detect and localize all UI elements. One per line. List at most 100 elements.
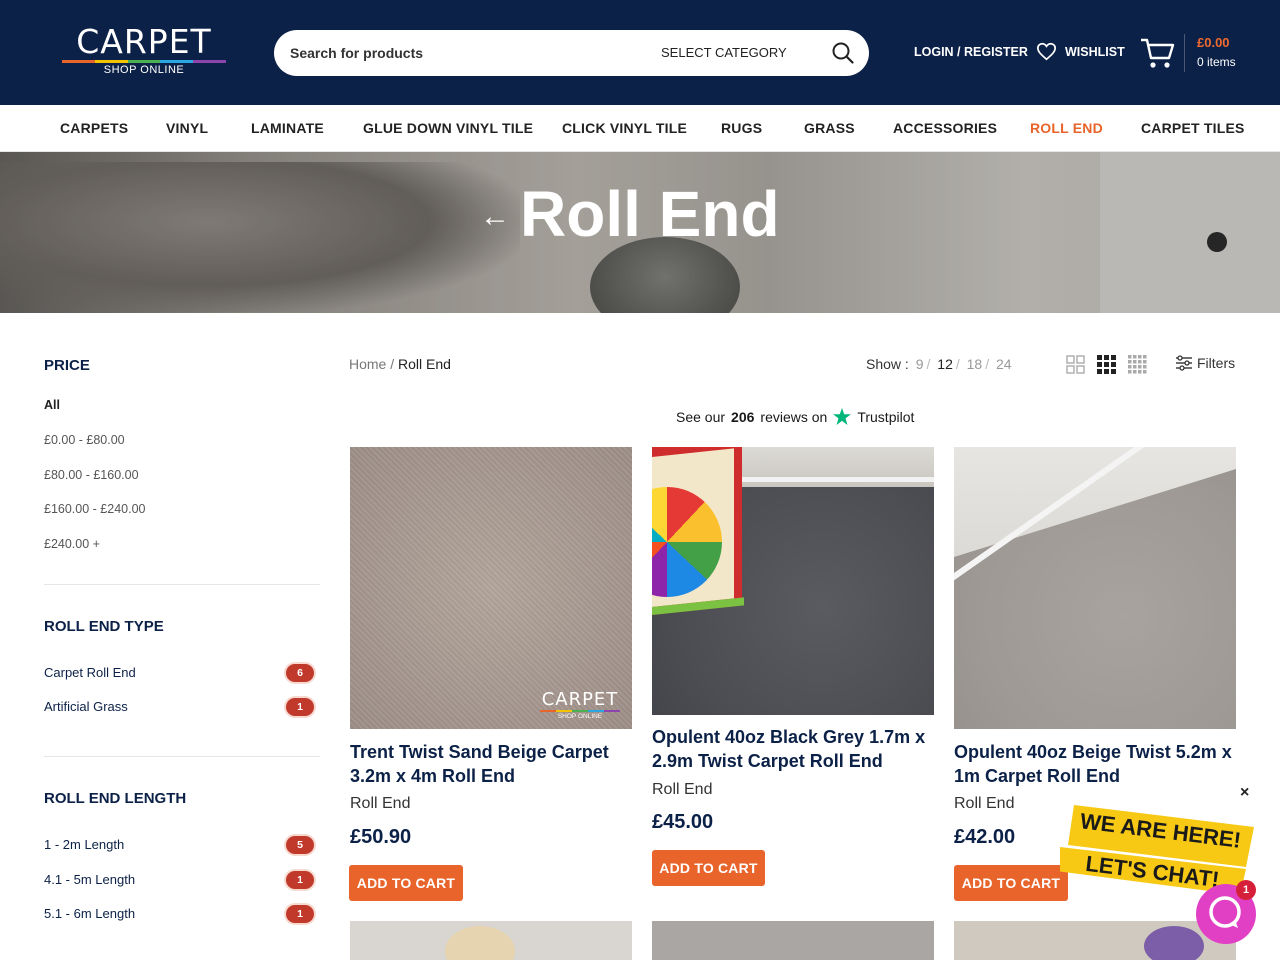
filter-label: 5.1 - 6m Length [44, 906, 136, 921]
nav-item-glue-down-vinyl-tile[interactable]: GLUE DOWN VINYL TILE [363, 120, 533, 136]
trustpilot-star-icon [833, 408, 852, 425]
cart-icon[interactable] [1139, 36, 1175, 70]
show-option-18[interactable]: 18 [967, 356, 983, 372]
show-option-9[interactable]: 9 [916, 356, 924, 372]
nav-item-carpets[interactable]: CARPETS [60, 120, 128, 136]
logo-color-bar [62, 60, 226, 63]
cart-divider [1184, 34, 1185, 72]
nav-item-carpet-tiles[interactable]: CARPET TILES [1141, 120, 1245, 136]
price-option-0-80[interactable]: £0.00 - £80.00 [44, 433, 125, 447]
count-badge: 6 [286, 664, 314, 682]
nav-item-roll-end[interactable]: ROLL END [1030, 120, 1103, 136]
price-filter-title: PRICE [44, 357, 90, 374]
trustpilot-suffix: reviews on [760, 408, 828, 425]
trustpilot-review-count: 206 [731, 408, 755, 425]
search-category-select[interactable]: SELECT CATEGORY [661, 45, 787, 60]
filter-carpet-roll-end[interactable]: Carpet Roll End 6 [44, 664, 314, 682]
roll-end-type-title: ROLL END TYPE [44, 618, 164, 635]
teddy-bear-image [445, 926, 515, 960]
nav-item-click-vinyl-tile[interactable]: CLICK VINYL TILE [562, 120, 687, 136]
breadcrumb-separator: / [390, 356, 395, 372]
main-navigation: CARPETS VINYL LAMINATE GLUE DOWN VINYL T… [0, 105, 1280, 152]
show-label: Show : [866, 356, 909, 372]
nav-item-grass[interactable]: GRASS [804, 120, 855, 136]
nav-item-vinyl[interactable]: VINYL [166, 120, 208, 136]
page-title: Roll End [520, 178, 780, 250]
product-image[interactable] [652, 447, 934, 715]
site-header: CARPET SHOP ONLINE SELECT CATEGORY LOGIN… [0, 0, 1280, 105]
carpet-texture [350, 447, 632, 729]
grid-4-columns-icon[interactable] [1128, 355, 1147, 374]
product-image[interactable]: CARPET SHOP ONLINE [350, 447, 632, 729]
trustpilot-widget[interactable]: See our 206 reviews on Trustpilot [676, 408, 914, 425]
filters-button[interactable]: Filters [1175, 355, 1235, 371]
logo-text: CARPET [76, 22, 212, 61]
add-to-cart-button[interactable]: ADD TO CART [954, 865, 1068, 901]
product-image[interactable] [954, 921, 1236, 960]
product-category[interactable]: Roll End [954, 795, 1014, 813]
sliders-icon [1176, 355, 1192, 371]
breadcrumb-home[interactable]: Home [349, 356, 386, 372]
page-hero-banner: ← Roll End [0, 152, 1280, 313]
count-badge: 5 [286, 836, 314, 854]
cart-total[interactable]: £0.00 [1197, 35, 1230, 50]
roll-end-length-title: ROLL END LENGTH [44, 790, 187, 807]
cart-item-count[interactable]: 0 items [1197, 55, 1236, 69]
product-image[interactable] [652, 921, 934, 960]
filter-label: 1 - 2m Length [44, 837, 125, 852]
breadcrumb: Home / Roll End [349, 356, 451, 372]
nav-item-accessories[interactable]: ACCESSORIES [893, 120, 997, 136]
product-price: £45.00 [652, 811, 714, 833]
filter-label: Artificial Grass [44, 699, 128, 714]
filter-length-4-5m[interactable]: 4.1 - 5m Length 1 [44, 871, 314, 889]
per-page-selector: Show : 9/ 12/ 18/ 24 [866, 356, 1012, 372]
image-watermark-logo: CARPET SHOP ONLINE [540, 691, 620, 720]
count-badge: 1 [286, 905, 314, 923]
logo-subtext: SHOP ONLINE [103, 64, 185, 76]
chat-notification-badge: 1 [1236, 880, 1256, 900]
search-bar: SELECT CATEGORY [274, 30, 869, 76]
show-option-12[interactable]: 12 [937, 356, 953, 372]
add-to-cart-button[interactable]: ADD TO CART [349, 865, 463, 901]
product-image[interactable] [954, 447, 1236, 729]
chat-close-icon[interactable]: × [1240, 784, 1249, 802]
price-option-240-plus[interactable]: £240.00 + [44, 537, 100, 551]
filter-length-1-2m[interactable]: 1 - 2m Length 5 [44, 836, 314, 854]
product-image[interactable] [350, 921, 632, 960]
wall-background [954, 447, 1236, 557]
product-price: £50.90 [350, 826, 412, 848]
product-title[interactable]: Opulent 40oz Beige Twist 5.2m x 1m Carpe… [954, 740, 1236, 788]
product-category[interactable]: Roll End [350, 795, 410, 813]
add-to-cart-button[interactable]: ADD TO CART [652, 850, 765, 886]
price-option-all[interactable]: All [44, 398, 60, 412]
price-option-80-160[interactable]: £80.00 - £160.00 [44, 468, 139, 482]
filter-length-5-6m[interactable]: 5.1 - 6m Length 1 [44, 905, 314, 923]
trustpilot-prefix: See our [676, 408, 726, 425]
nav-item-laminate[interactable]: LAMINATE [251, 120, 324, 136]
wishlist-link[interactable]: WISHLIST [1036, 42, 1125, 61]
product-price: £42.00 [954, 826, 1016, 848]
back-arrow-icon[interactable]: ← [480, 200, 510, 234]
filter-artificial-grass[interactable]: Artificial Grass 1 [44, 698, 314, 716]
product-title[interactable]: Trent Twist Sand Beige Carpet 3.2m x 4m … [350, 740, 632, 788]
chat-invite-banner[interactable]: WE ARE HERE! LET'S CHAT! [1060, 805, 1260, 895]
grid-2-columns-icon[interactable] [1066, 355, 1085, 374]
skirting-board [732, 477, 934, 482]
filter-label: 4.1 - 5m Length [44, 872, 136, 887]
filter-label: Carpet Roll End [44, 665, 136, 680]
wishlist-label: WISHLIST [1065, 44, 1125, 59]
grid-3-columns-icon[interactable] [1097, 355, 1116, 374]
watermark-subtext: SHOP ONLINE [557, 713, 603, 720]
product-title[interactable]: Opulent 40oz Black Grey 1.7m x 2.9m Twis… [652, 725, 934, 773]
count-badge: 1 [286, 698, 314, 716]
search-icon[interactable] [832, 42, 854, 64]
nav-item-rugs[interactable]: RUGS [721, 120, 762, 136]
site-logo[interactable]: CARPET SHOP ONLINE [62, 22, 226, 82]
flowers-image [1144, 926, 1204, 960]
login-register-link[interactable]: LOGIN / REGISTER [914, 45, 1028, 59]
search-input[interactable] [290, 30, 630, 76]
price-option-160-240[interactable]: £160.00 - £240.00 [44, 502, 145, 516]
show-option-24[interactable]: 24 [996, 356, 1012, 372]
product-category[interactable]: Roll End [652, 781, 712, 799]
heart-icon [1036, 42, 1057, 61]
